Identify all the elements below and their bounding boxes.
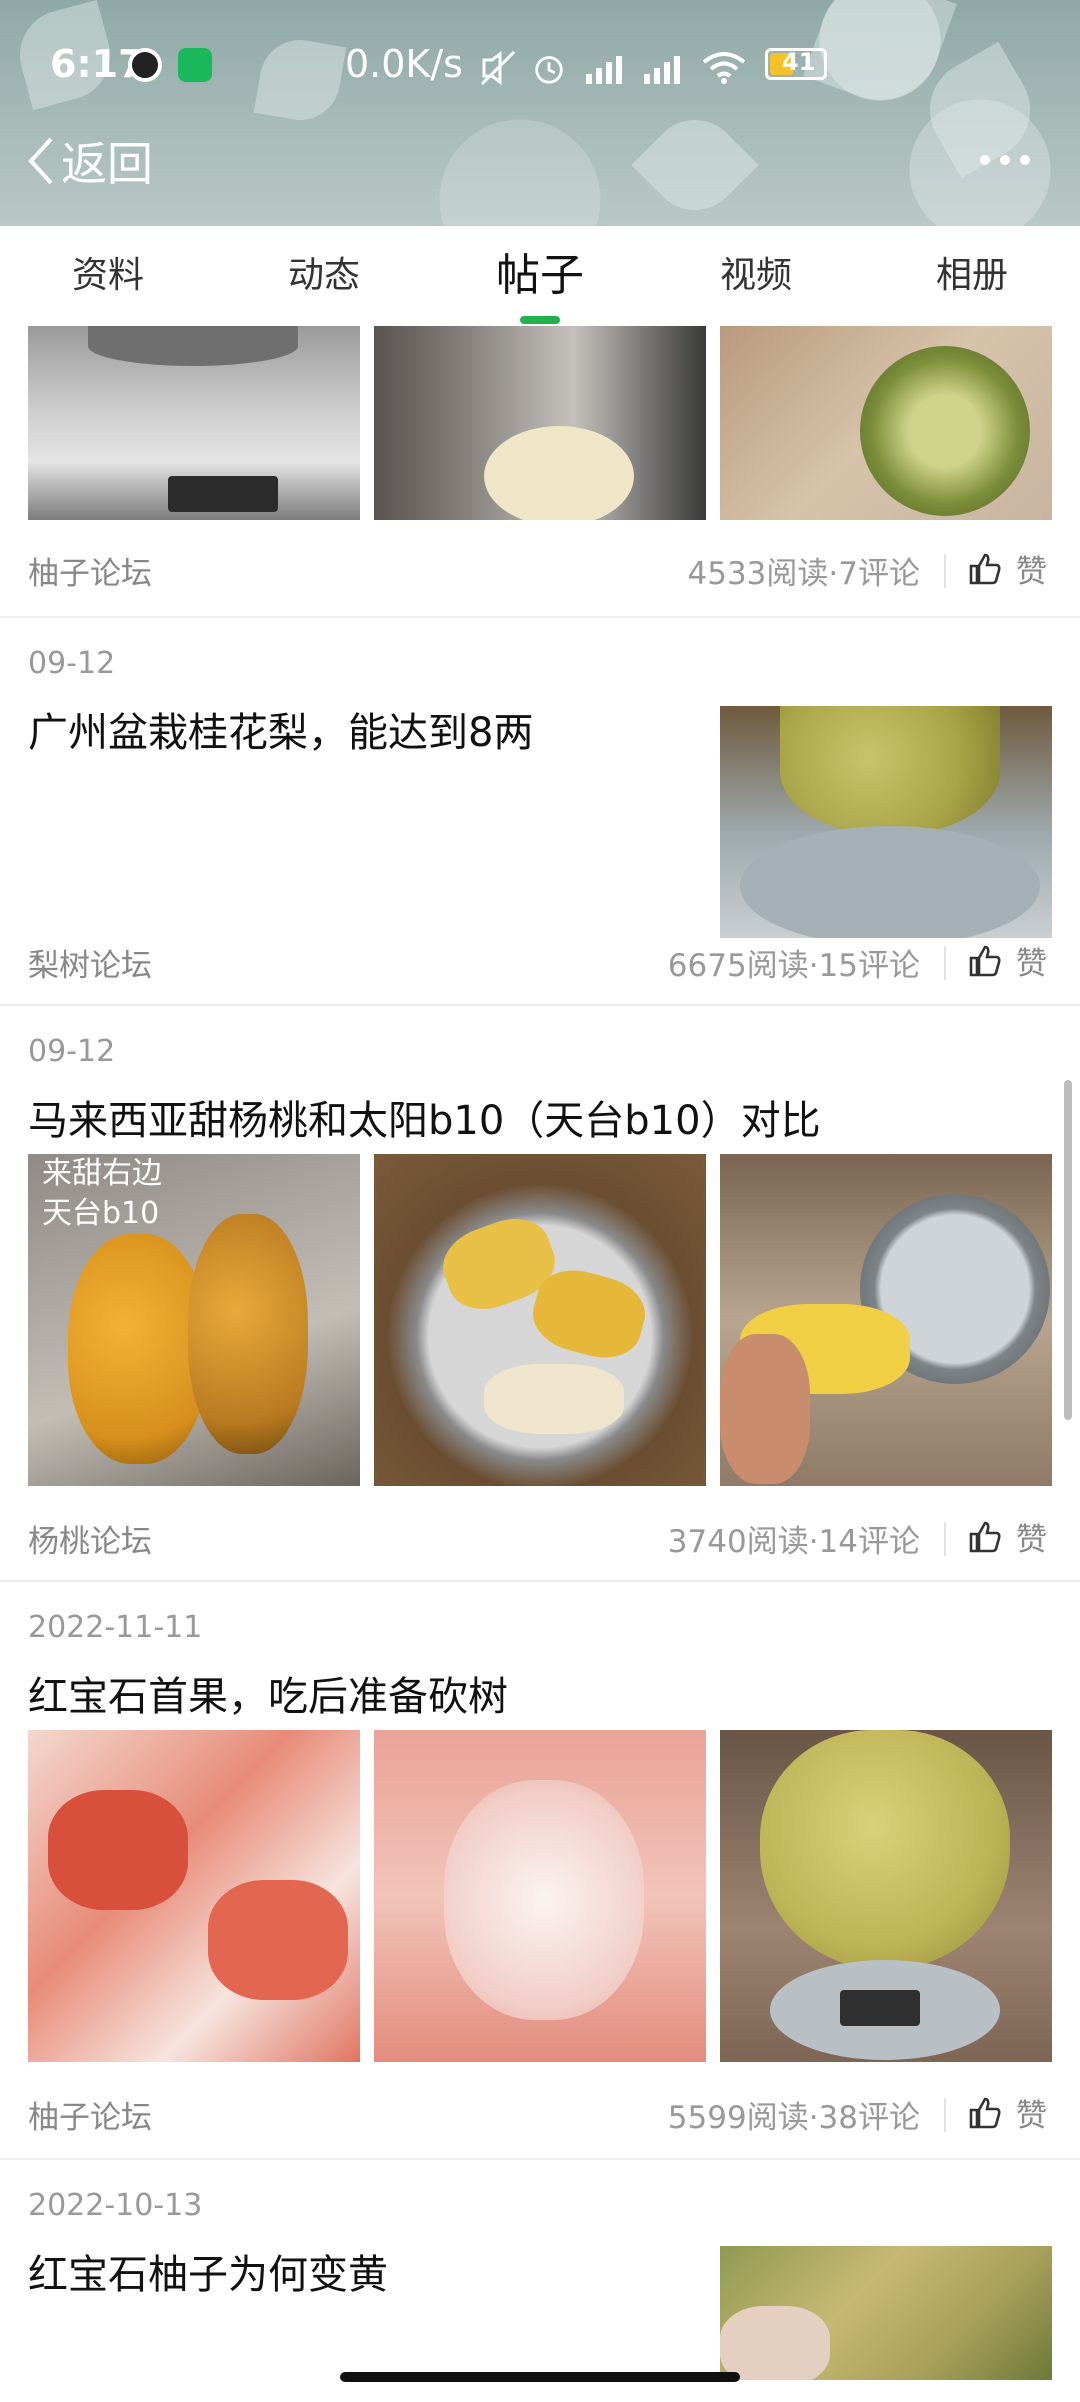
post-item[interactable]: 柚子论坛 4533阅读·7评论 赞 — [0, 326, 1080, 618]
thumbs-up-icon — [969, 2097, 1001, 2128]
divider — [944, 554, 946, 588]
post-forum[interactable]: 梨树论坛 — [28, 940, 152, 985]
post-image-pomelo-on-scale[interactable] — [720, 1730, 1052, 2062]
like-button[interactable]: 赞 — [968, 546, 1047, 591]
post-item[interactable]: 09-12 马来西亚甜杨桃和太阳b10（天台b10）对比 来甜右边 天台b10 … — [0, 1008, 1080, 1582]
tab-activity[interactable]: 动态 — [216, 226, 432, 326]
tab-videos[interactable]: 视频 — [648, 226, 864, 326]
post-forum[interactable]: 杨桃论坛 — [28, 1516, 152, 1561]
divider — [944, 1522, 946, 1556]
signal-icon-2 — [644, 56, 680, 84]
thumbs-up-icon — [969, 553, 1001, 584]
tab-info[interactable]: 资料 — [0, 226, 216, 326]
post-forum[interactable]: 柚子论坛 — [28, 2092, 152, 2137]
post-stats: 3740阅读·14评论 — [667, 1524, 920, 1560]
battery-icon: 41 — [765, 48, 827, 80]
back-button[interactable]: 返回 — [25, 126, 153, 196]
like-label: 赞 — [1016, 554, 1047, 590]
post-date: 09-12 — [28, 1034, 116, 1069]
post-image-pear[interactable] — [720, 706, 1052, 938]
wifi-icon — [702, 52, 746, 84]
alarm-icon — [535, 56, 563, 84]
tab-album-label: 相册 — [935, 255, 1008, 296]
tab-posts-label: 帖子 — [496, 250, 584, 301]
like-button[interactable]: 赞 — [968, 938, 1047, 983]
post-item[interactable]: 2022-10-13 红宝石柚子为何变黄 — [0, 2162, 1080, 2402]
post-image-yellow-pomelo[interactable] — [720, 2246, 1052, 2380]
tab-activity-label: 动态 — [287, 255, 360, 296]
scrollbar[interactable] — [1064, 1080, 1072, 1420]
thumbs-up-icon — [969, 945, 1001, 976]
post-forum[interactable]: 柚子论坛 — [28, 548, 152, 593]
like-label: 赞 — [1016, 946, 1047, 982]
post-item[interactable]: 2022-11-11 红宝石首果，吃后准备砍树 柚子论坛 5599阅读·38评论… — [0, 1584, 1080, 2160]
notification-dot-icon — [128, 48, 162, 82]
battery-percent: 41 — [782, 48, 816, 76]
profile-header-background: 6:17 0.0K/s 41 返回 — [0, 0, 1080, 226]
post-title[interactable]: 马来西亚甜杨桃和太阳b10（天台b10）对比 — [28, 1088, 821, 1146]
post-image-starfruit-bowl[interactable] — [374, 1154, 706, 1486]
more-options-icon[interactable] — [980, 150, 1040, 166]
tab-album[interactable]: 相册 — [864, 226, 1080, 326]
divider — [944, 946, 946, 980]
post-image-scale[interactable] — [28, 326, 360, 520]
post-title[interactable]: 红宝石柚子为何变黄 — [28, 2242, 388, 2300]
post-title[interactable]: 红宝石首果，吃后准备砍树 — [28, 1664, 508, 1722]
post-image-starfruit-hand[interactable]: 来甜右边 天台b10 — [28, 1154, 360, 1486]
post-image-peeled[interactable] — [374, 326, 706, 520]
post-date: 09-12 — [28, 646, 116, 681]
signal-icon — [586, 56, 622, 84]
post-date: 2022-10-13 — [28, 2188, 203, 2223]
shield-icon — [178, 48, 212, 82]
post-stats: 5599阅读·38评论 — [667, 2100, 920, 2136]
status-bar: 6:17 0.0K/s 41 — [0, 36, 1080, 96]
tab-videos-label: 视频 — [719, 255, 792, 296]
like-button[interactable]: 赞 — [968, 1514, 1047, 1559]
post-image-red-pomelo-segments[interactable] — [28, 1730, 360, 2062]
back-label: 返回 — [61, 137, 153, 191]
like-label: 赞 — [1016, 2098, 1047, 2134]
like-button[interactable]: 赞 — [968, 2090, 1047, 2135]
post-stats: 4533阅读·7评论 — [687, 556, 920, 592]
post-image-cut-pomelo[interactable] — [720, 326, 1052, 520]
like-label: 赞 — [1016, 1522, 1047, 1558]
post-image-starfruit-pieces[interactable] — [720, 1154, 1052, 1486]
thumbs-up-icon — [969, 1521, 1001, 1552]
tab-posts[interactable]: 帖子 — [432, 226, 648, 326]
active-tab-indicator — [520, 316, 560, 324]
home-indicator[interactable] — [340, 2372, 740, 2382]
divider — [944, 2098, 946, 2132]
mute-icon — [480, 50, 516, 86]
post-stats: 6675阅读·15评论 — [667, 948, 920, 984]
tab-info-label: 资料 — [71, 255, 144, 296]
post-item[interactable]: 09-12 广州盆栽桂花梨，能达到8两 梨树论坛 6675阅读·15评论 赞 — [0, 620, 1080, 1006]
image-overlay-caption: 来甜右边 天台b10 — [42, 1156, 162, 1231]
post-date: 2022-11-11 — [28, 1610, 203, 1645]
post-image-red-pomelo-peeled[interactable] — [374, 1730, 706, 2062]
chevron-left-icon — [28, 137, 53, 185]
network-speed: 0.0K/s — [345, 42, 463, 86]
post-title[interactable]: 广州盆栽桂花梨，能达到8两 — [28, 700, 533, 758]
profile-tabs: 资料 动态 帖子 视频 相册 — [0, 226, 1080, 326]
